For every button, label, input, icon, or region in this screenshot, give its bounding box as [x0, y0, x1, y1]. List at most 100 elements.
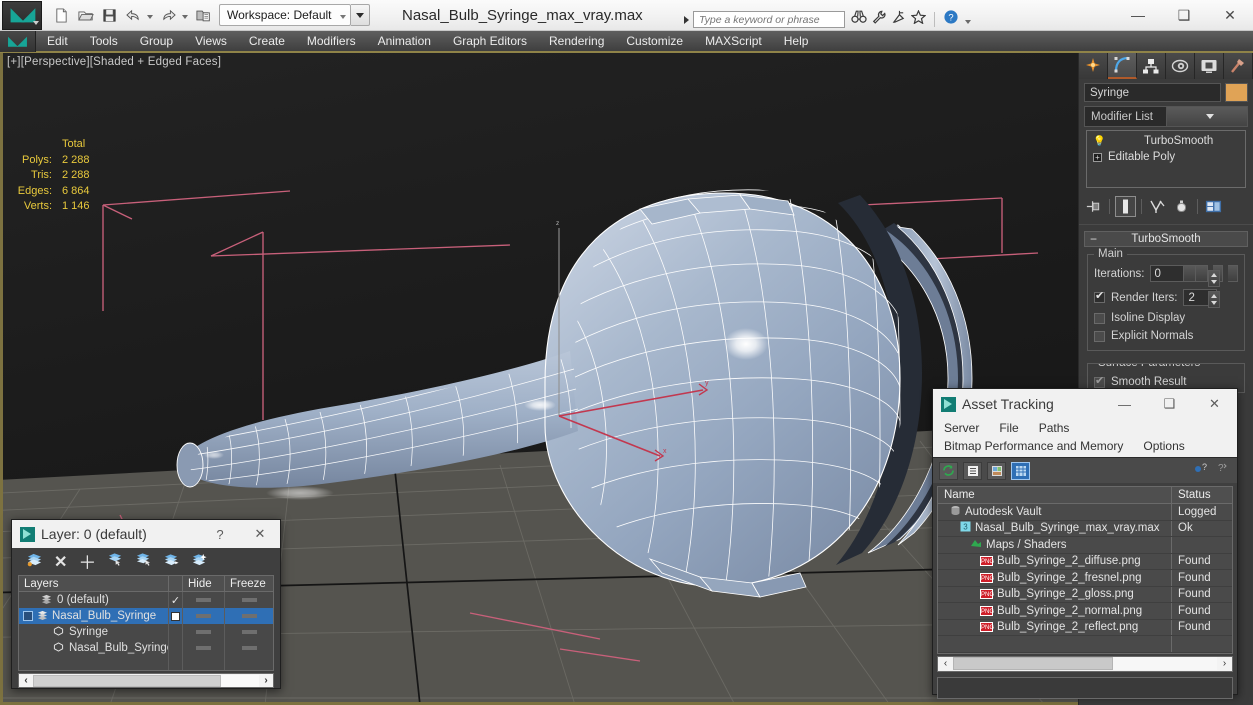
at-maximize-button[interactable]: ❑: [1147, 389, 1192, 419]
make-unique-icon[interactable]: [1147, 196, 1168, 217]
table-row[interactable]: 3 Nasal_Bulb_Syringe_max_vray.max Ok: [938, 520, 1232, 537]
thumbnail-view-icon[interactable]: [987, 461, 1006, 480]
help-dropdown-caret-icon[interactable]: [965, 19, 971, 24]
freeze-toggle[interactable]: [225, 640, 273, 656]
layer-close-button[interactable]: ✕: [240, 520, 280, 548]
display-tab[interactable]: [1195, 53, 1224, 79]
table-row[interactable]: PNG Bulb_Syringe_2_reflect.png Found: [938, 619, 1232, 636]
at-menu-paths[interactable]: Paths: [1036, 420, 1073, 436]
at-menu-file[interactable]: File: [996, 420, 1021, 436]
menu-item-edit[interactable]: Edit: [36, 32, 79, 50]
asset-tracking-titlebar[interactable]: Asset Tracking — ❑ ✕: [933, 389, 1237, 419]
viewport-label[interactable]: [+][Perspective][Shaded + Edged Faces]: [7, 56, 221, 68]
menu-item-create[interactable]: Create: [238, 32, 296, 50]
hide-toggle[interactable]: [183, 624, 225, 640]
modifier-stack-item-turbosmooth[interactable]: 💡 TurboSmooth: [1087, 133, 1245, 149]
menu-item-rendering[interactable]: Rendering: [538, 32, 615, 50]
redo-dropdown-caret-icon[interactable]: [182, 15, 188, 19]
modifier-list-dropdown[interactable]: Modifier List: [1084, 106, 1248, 127]
list-view-icon[interactable]: [963, 461, 982, 480]
scrollbar-trough[interactable]: [953, 657, 1217, 670]
modifier-stack[interactable]: 💡 TurboSmooth + Editable Poly: [1086, 130, 1246, 188]
create-new-layer-icon[interactable]: [26, 552, 43, 572]
column-header-status[interactable]: Status: [1172, 487, 1232, 503]
at-menu-server[interactable]: Server: [941, 420, 982, 436]
menu-item-tools[interactable]: Tools: [79, 32, 129, 50]
freeze-toggle[interactable]: [225, 608, 273, 624]
list-item[interactable]: Nasal_Bulb_Syringe: [19, 608, 273, 624]
scroll-left-icon[interactable]: ‹: [938, 658, 953, 669]
menu-item-views[interactable]: Views: [184, 32, 238, 50]
layer-horizontal-scrollbar[interactable]: ‹ ›: [18, 673, 274, 688]
hierarchy-tab[interactable]: [1137, 53, 1166, 79]
list-item[interactable]: Nasal_Bulb_Syringe: [19, 640, 273, 656]
hide-toggle[interactable]: [183, 592, 225, 608]
create-tab[interactable]: [1079, 53, 1108, 79]
search-expand-icon[interactable]: [684, 15, 689, 24]
hide-unhide-layer-icon[interactable]: [191, 552, 208, 572]
wrench-icon[interactable]: [872, 10, 887, 29]
remove-modifier-icon[interactable]: [1171, 196, 1192, 217]
menu-item-graph-editors[interactable]: Graph Editors: [442, 32, 538, 50]
column-header-current[interactable]: [169, 576, 183, 591]
asset-tracking-window[interactable]: Asset Tracking — ❑ ✕ Server File Paths B…: [932, 388, 1238, 699]
smooth-result-checkbox[interactable]: [1094, 374, 1105, 388]
iterations-spinner-buttons[interactable]: [1208, 270, 1220, 287]
iterations-spinner[interactable]: 0: [1149, 265, 1208, 282]
layer-list-grid[interactable]: Layers Hide Freeze 0 (default) ✓ Nasal_B…: [18, 575, 274, 671]
hide-toggle[interactable]: [183, 608, 225, 624]
save-file-icon[interactable]: [98, 4, 121, 27]
layer-dialog-titlebar[interactable]: Layer: 0 (default) ? ✕: [12, 520, 280, 548]
object-color-swatch[interactable]: [1225, 83, 1248, 102]
binoculars-icon[interactable]: [851, 10, 867, 29]
help-question-icon[interactable]: ?: [1194, 461, 1208, 480]
render-iters-checkbox[interactable]: [1094, 289, 1105, 303]
highlight-selected-objects-icon[interactable]: [163, 552, 180, 572]
undo-icon[interactable]: [122, 4, 145, 27]
help-context-icon[interactable]: ?: [1215, 461, 1229, 480]
scroll-right-icon[interactable]: ›: [259, 675, 273, 686]
table-row[interactable]: PNG Bulb_Syringe_2_gloss.png Found: [938, 586, 1232, 603]
at-menu-bitmap-performance[interactable]: Bitmap Performance and Memory: [941, 438, 1126, 454]
list-item[interactable]: Syringe: [19, 624, 273, 640]
modifier-list-arrow-button[interactable]: [1165, 107, 1247, 126]
spinner-up-icon[interactable]: [1211, 272, 1217, 277]
column-header-layers[interactable]: Layers: [19, 576, 169, 591]
configure-modifier-sets-icon[interactable]: [1203, 196, 1224, 217]
freeze-toggle[interactable]: [225, 592, 273, 608]
spinner-down-icon[interactable]: [1211, 301, 1217, 306]
turbosmooth-rollout-header[interactable]: − TurboSmooth: [1084, 231, 1248, 247]
close-button[interactable]: ✕: [1207, 0, 1253, 30]
spinner-up-icon[interactable]: [1211, 293, 1217, 298]
utilities-tab[interactable]: [1224, 53, 1253, 79]
menu-item-animation[interactable]: Animation: [367, 32, 442, 50]
scroll-left-icon[interactable]: ‹: [19, 675, 33, 686]
asset-tracking-grid[interactable]: Name Status Autodesk Vault Logged 3 Nasa…: [937, 486, 1233, 654]
column-header-hide[interactable]: Hide: [183, 576, 225, 591]
search-input-wrap[interactable]: [693, 11, 845, 28]
open-file-icon[interactable]: [74, 4, 97, 27]
table-row[interactable]: Maps / Shaders: [938, 537, 1232, 554]
grid-view-icon[interactable]: [1011, 461, 1030, 480]
at-minimize-button[interactable]: —: [1102, 389, 1147, 419]
at-menu-options[interactable]: Options: [1140, 438, 1187, 454]
star-icon[interactable]: [910, 9, 927, 29]
workspace-dropdown-button[interactable]: [350, 4, 370, 26]
plus-box-icon[interactable]: +: [1093, 152, 1102, 162]
set-project-folder-icon[interactable]: [192, 4, 215, 27]
delete-layer-icon[interactable]: ✕: [54, 552, 67, 572]
table-row[interactable]: PNG Bulb_Syringe_2_diffuse.png Found: [938, 553, 1232, 570]
collapse-icon[interactable]: −: [1090, 233, 1097, 245]
column-header-freeze[interactable]: Freeze: [225, 576, 273, 591]
table-row[interactable]: PNG Bulb_Syringe_2_fresnel.png Found: [938, 570, 1232, 587]
show-end-result-icon[interactable]: [1115, 195, 1136, 217]
layer-dialog[interactable]: Layer: 0 (default) ? ✕ ✕ ＋ Layers Hide F…: [11, 519, 281, 689]
scrollbar-trough[interactable]: [33, 674, 259, 687]
select-highlighted-objects-icon[interactable]: [135, 552, 152, 572]
scrollbar-thumb[interactable]: [953, 657, 1113, 670]
scrollbar-thumb[interactable]: [33, 674, 221, 687]
motion-tab[interactable]: [1166, 53, 1195, 79]
menu-item-help[interactable]: Help: [773, 32, 820, 50]
object-name-field[interactable]: Syringe: [1084, 83, 1221, 102]
workspace-selector[interactable]: Workspace: Default: [219, 4, 351, 26]
